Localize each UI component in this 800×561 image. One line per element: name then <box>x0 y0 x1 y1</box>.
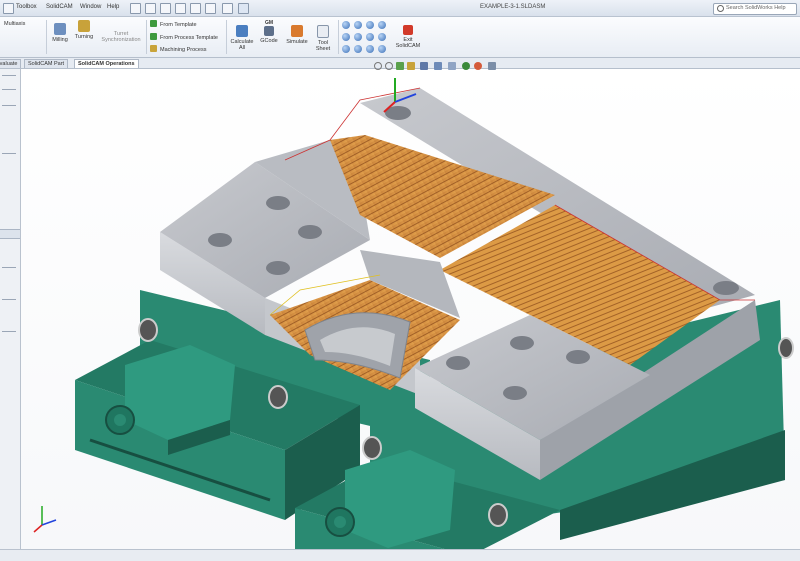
view-orientation-triad-icon <box>33 506 57 533</box>
mounting-hole <box>566 350 590 364</box>
mounting-hole <box>298 225 322 239</box>
vise-clamp-block <box>345 450 455 548</box>
cad-model-view[interactable] <box>0 0 800 560</box>
vise-bolt <box>268 385 288 409</box>
mounting-hole <box>266 196 290 210</box>
status-bar <box>0 549 800 561</box>
vise-screw-hub <box>334 516 346 528</box>
mounting-hole <box>266 261 290 275</box>
vise-bolt <box>362 436 382 460</box>
vise-bolt <box>138 318 158 342</box>
mounting-hole <box>503 386 527 400</box>
vise-bolt <box>488 503 508 527</box>
mounting-hole <box>446 356 470 370</box>
vise-screw-hub <box>114 414 126 426</box>
mounting-hole <box>713 281 739 295</box>
vise-bolt <box>778 337 794 359</box>
mounting-hole <box>510 336 534 350</box>
mounting-hole <box>208 233 232 247</box>
